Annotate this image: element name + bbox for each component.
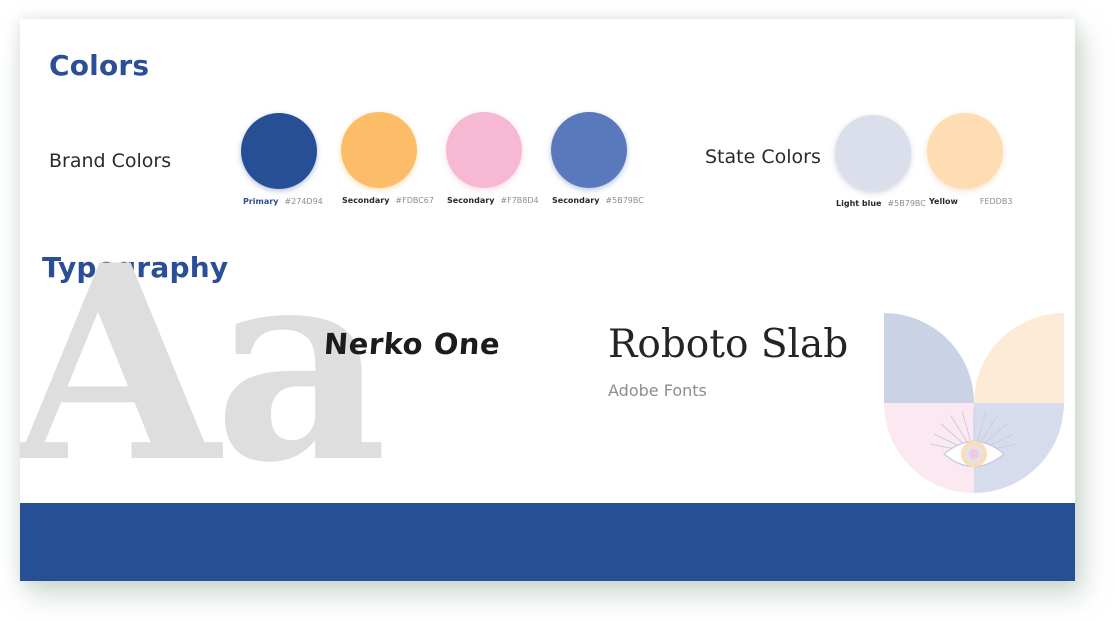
type-specimen-aa: Aa xyxy=(20,207,388,522)
swatch-name: Secondary xyxy=(342,196,390,205)
swatch-code: #274D94 xyxy=(284,197,323,206)
swatch-code: #FDBC67 xyxy=(395,196,434,205)
swatch-code: #F7B8D4 xyxy=(500,196,539,205)
swatch-code: #5B79BC xyxy=(887,199,926,208)
font-name-nerko-one: Nerko One xyxy=(322,327,502,361)
swatch-secondary-blue[interactable] xyxy=(551,112,627,188)
swatch-name: Primary xyxy=(243,197,279,206)
swatch-caption-secondary-pink: Secondary #F7B8D4 xyxy=(447,196,539,205)
state-colors-label: State Colors xyxy=(705,146,821,168)
swatch-caption-light-blue: Light blue #5B79BC xyxy=(836,199,926,208)
font-source-label: Adobe Fonts xyxy=(608,381,707,400)
eye-pupil xyxy=(969,449,979,459)
swatch-code: FEDDB3 xyxy=(979,197,1013,206)
swatch-light-blue[interactable] xyxy=(835,115,911,191)
swatch-caption-primary: Primary #274D94 xyxy=(243,197,323,206)
swatch-name: Secondary xyxy=(552,196,600,205)
illus-quadrant-blue xyxy=(884,313,974,403)
swatch-caption-secondary-orange: Secondary #FDBC67 xyxy=(342,196,434,205)
swatch-caption-secondary-blue: Secondary #5B79BC xyxy=(552,196,644,205)
swatch-secondary-pink[interactable] xyxy=(446,112,522,188)
swatch-secondary-orange[interactable] xyxy=(341,112,417,188)
style-guide-card: Colors Brand Colors Primary #274D94 Secon… xyxy=(20,19,1075,581)
eye-illustration xyxy=(884,313,1064,493)
font-name-roboto-slab: Roboto Slab xyxy=(608,322,849,367)
swatch-primary[interactable] xyxy=(241,113,317,189)
swatch-code: #5B79BC xyxy=(605,196,644,205)
swatch-name: Secondary xyxy=(447,196,495,205)
swatch-yellow[interactable] xyxy=(927,113,1003,189)
illus-quadrant-peach xyxy=(974,313,1064,403)
swatch-name: Light blue xyxy=(836,199,882,208)
footer-bar xyxy=(20,503,1075,581)
brand-colors-label: Brand Colors xyxy=(49,150,172,172)
swatch-caption-yellow: Yellow FEDDB3 xyxy=(929,197,1012,206)
swatch-name: Yellow xyxy=(929,197,958,206)
colors-section-title: Colors xyxy=(49,49,150,82)
